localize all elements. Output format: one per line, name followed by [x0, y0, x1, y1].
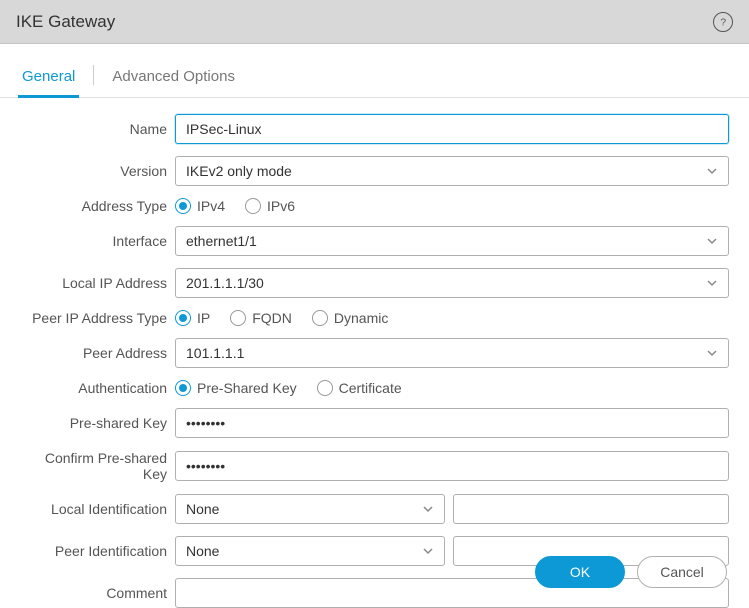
psk-input[interactable]: [175, 408, 729, 438]
radio-peer-ip-label: IP: [197, 310, 210, 326]
interface-value: ethernet1/1: [186, 233, 257, 249]
peer-ident-select[interactable]: None: [175, 536, 445, 566]
tab-advanced-options[interactable]: Advanced Options: [108, 62, 239, 98]
peer-address-select[interactable]: 101.1.1.1: [175, 338, 729, 368]
chevron-down-icon: [706, 347, 718, 359]
radio-peer-dynamic[interactable]: Dynamic: [312, 310, 388, 326]
name-input[interactable]: [175, 114, 729, 144]
local-ip-select[interactable]: 201.1.1.1/30: [175, 268, 729, 298]
label-local-ip: Local IP Address: [20, 275, 175, 291]
label-authentication: Authentication: [20, 380, 175, 396]
local-ip-value: 201.1.1.1/30: [186, 275, 264, 291]
tab-separator: [93, 65, 94, 85]
radio-ipv4[interactable]: IPv4: [175, 198, 225, 214]
local-ident-input[interactable]: [453, 494, 729, 524]
radio-certificate[interactable]: Certificate: [317, 380, 402, 396]
radio-ipv6-label: IPv6: [267, 198, 295, 214]
tab-general[interactable]: General: [18, 62, 79, 98]
chevron-down-icon: [706, 165, 718, 177]
peer-address-value: 101.1.1.1: [186, 345, 244, 361]
version-value: IKEv2 only mode: [186, 163, 292, 179]
peer-ip-type-radio-group: IP FQDN Dynamic: [175, 310, 388, 326]
label-psk: Pre-shared Key: [20, 415, 175, 431]
radio-peer-fqdn[interactable]: FQDN: [230, 310, 292, 326]
label-name: Name: [20, 121, 175, 137]
authentication-radio-group: Pre-Shared Key Certificate: [175, 380, 402, 396]
version-select[interactable]: IKEv2 only mode: [175, 156, 729, 186]
label-confirm-psk: Confirm Pre-shared Key: [20, 450, 175, 482]
label-interface: Interface: [20, 233, 175, 249]
address-type-radio-group: IPv4 IPv6: [175, 198, 295, 214]
radio-peer-dynamic-label: Dynamic: [334, 310, 388, 326]
local-ident-select[interactable]: None: [175, 494, 445, 524]
dialog-footer: OK Cancel: [535, 556, 727, 588]
radio-ipv4-label: IPv4: [197, 198, 225, 214]
radio-psk[interactable]: Pre-Shared Key: [175, 380, 297, 396]
radio-ipv6[interactable]: IPv6: [245, 198, 295, 214]
chevron-down-icon: [706, 235, 718, 247]
label-comment: Comment: [20, 585, 175, 601]
label-peer-address: Peer Address: [20, 345, 175, 361]
dialog-header: IKE Gateway ?: [0, 0, 749, 44]
tab-bar: General Advanced Options: [0, 44, 749, 98]
radio-peer-fqdn-label: FQDN: [252, 310, 292, 326]
label-peer-ident: Peer Identification: [20, 543, 175, 559]
help-icon[interactable]: ?: [713, 12, 733, 32]
svg-text:?: ?: [720, 17, 726, 28]
ok-button[interactable]: OK: [535, 556, 625, 588]
cancel-button[interactable]: Cancel: [637, 556, 727, 588]
interface-select[interactable]: ethernet1/1: [175, 226, 729, 256]
radio-psk-label: Pre-Shared Key: [197, 380, 297, 396]
radio-certificate-label: Certificate: [339, 380, 402, 396]
chevron-down-icon: [422, 503, 434, 515]
dialog-title: IKE Gateway: [16, 12, 115, 32]
confirm-psk-input[interactable]: [175, 451, 729, 481]
label-local-ident: Local Identification: [20, 501, 175, 517]
local-ident-value: None: [186, 501, 219, 517]
form-body: Name Version IKEv2 only mode Address Typ…: [0, 98, 749, 608]
peer-ident-value: None: [186, 543, 219, 559]
label-version: Version: [20, 163, 175, 179]
chevron-down-icon: [706, 277, 718, 289]
radio-peer-ip[interactable]: IP: [175, 310, 210, 326]
label-address-type: Address Type: [20, 198, 175, 214]
label-peer-ip-type: Peer IP Address Type: [20, 310, 175, 326]
chevron-down-icon: [422, 545, 434, 557]
